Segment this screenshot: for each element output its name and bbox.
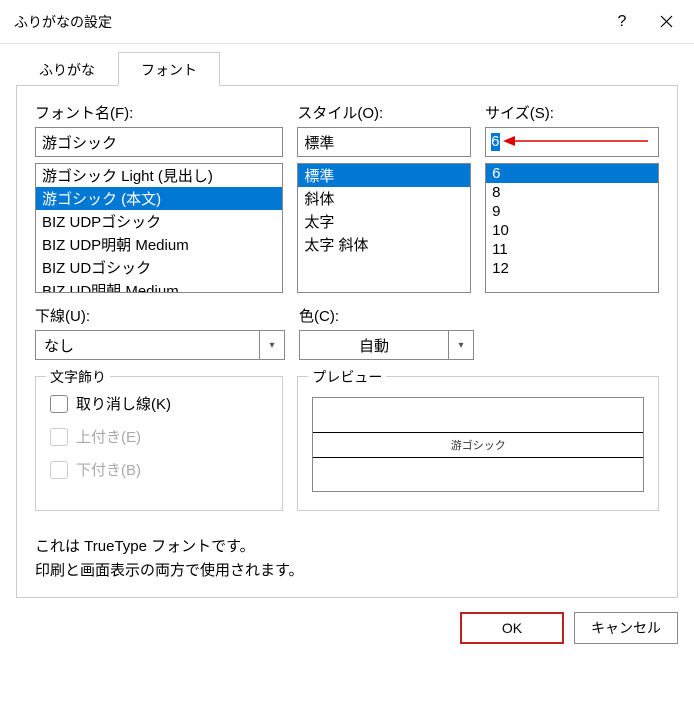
note-line1: これは TrueType フォントです。 <box>35 535 659 559</box>
strikethrough-checkbox-row[interactable]: 取り消し線(K) <box>50 393 268 414</box>
list-item[interactable]: 12 <box>486 259 658 278</box>
subscript-checkbox-row: 下付き(B) <box>50 459 268 480</box>
list-item[interactable]: 6 <box>486 164 658 183</box>
checkbox-icon <box>50 428 68 446</box>
preview-line-bottom <box>313 457 643 458</box>
checkbox-icon <box>50 395 68 413</box>
style-label: スタイル(O): <box>297 102 471 123</box>
color-label: 色(C): <box>299 305 474 326</box>
footer: OK キャンセル <box>0 598 694 658</box>
cancel-button[interactable]: キャンセル <box>574 612 678 644</box>
note-line2: 印刷と画面表示の両方で使用されます。 <box>35 559 659 583</box>
list-item[interactable]: 9 <box>486 202 658 221</box>
superscript-checkbox-row: 上付き(E) <box>50 426 268 447</box>
underline-combo[interactable]: なし ▾ <box>35 330 285 360</box>
list-item[interactable]: 游ゴシック Light (見出し) <box>36 164 282 187</box>
list-item[interactable]: BIZ UDP明朝 Medium <box>36 233 282 256</box>
underline-value: なし <box>35 330 259 360</box>
chevron-down-icon: ▾ <box>458 340 463 351</box>
close-button[interactable] <box>644 0 688 44</box>
decoration-groupbox: 文字飾り 取り消し線(K) 上付き(E) 下付き(B) <box>35 376 283 511</box>
style-listbox[interactable]: 標準 斜体 太字 太字 斜体 <box>297 163 471 293</box>
list-item[interactable]: 太字 斜体 <box>298 233 470 256</box>
list-item[interactable]: 10 <box>486 221 658 240</box>
list-item[interactable]: 標準 <box>298 164 470 187</box>
size-label: サイズ(S): <box>485 102 659 123</box>
size-value-highlight: 6 <box>491 133 500 151</box>
tab-font[interactable]: フォント <box>118 52 220 86</box>
font-name-listbox[interactable]: 游ゴシック Light (見出し) 游ゴシック (本文) BIZ UDPゴシック… <box>35 163 283 293</box>
decoration-title: 文字飾り <box>46 367 110 387</box>
font-name-label: フォント名(F): <box>35 102 283 123</box>
checkbox-icon <box>50 461 68 479</box>
color-dropdown-button[interactable]: ▾ <box>448 330 474 360</box>
help-button[interactable]: ? <box>600 0 644 44</box>
underline-label: 下線(U): <box>35 305 285 326</box>
superscript-label: 上付き(E) <box>76 426 141 447</box>
subscript-label: 下付き(B) <box>76 459 141 480</box>
size-input[interactable] <box>485 127 659 157</box>
size-listbox[interactable]: 6 8 9 10 11 12 <box>485 163 659 293</box>
preview-box: 游ゴシック <box>312 397 644 492</box>
color-combo[interactable]: 自動 ▾ <box>299 330 474 360</box>
list-item[interactable]: BIZ UDPゴシック <box>36 210 282 233</box>
close-icon <box>660 15 673 28</box>
color-value: 自動 <box>299 330 448 360</box>
preview-title: プレビュー <box>308 367 386 387</box>
list-item[interactable]: 游ゴシック (本文) <box>36 187 282 210</box>
chevron-down-icon: ▾ <box>269 340 274 351</box>
list-item[interactable]: 11 <box>486 240 658 259</box>
underline-dropdown-button[interactable]: ▾ <box>259 330 285 360</box>
list-item[interactable]: 斜体 <box>298 187 470 210</box>
window-title: ふりがなの設定 <box>14 12 600 32</box>
tab-furigana[interactable]: ふりがな <box>16 52 118 86</box>
list-item[interactable]: BIZ UD明朝 Medium <box>36 279 282 293</box>
ok-button[interactable]: OK <box>460 612 564 644</box>
list-item[interactable]: BIZ UDゴシック <box>36 256 282 279</box>
strikethrough-label: 取り消し線(K) <box>76 393 171 414</box>
font-name-input[interactable] <box>35 127 283 157</box>
preview-text: 游ゴシック <box>451 433 506 457</box>
list-item[interactable]: 8 <box>486 183 658 202</box>
tabs: ふりがな フォント <box>16 52 678 86</box>
list-item[interactable]: 太字 <box>298 210 470 233</box>
font-note: これは TrueType フォントです。 印刷と画面表示の両方で使用されます。 <box>35 535 659 583</box>
style-input[interactable] <box>297 127 471 157</box>
titlebar: ふりがなの設定 ? <box>0 0 694 44</box>
preview-groupbox: プレビュー 游ゴシック <box>297 376 659 511</box>
